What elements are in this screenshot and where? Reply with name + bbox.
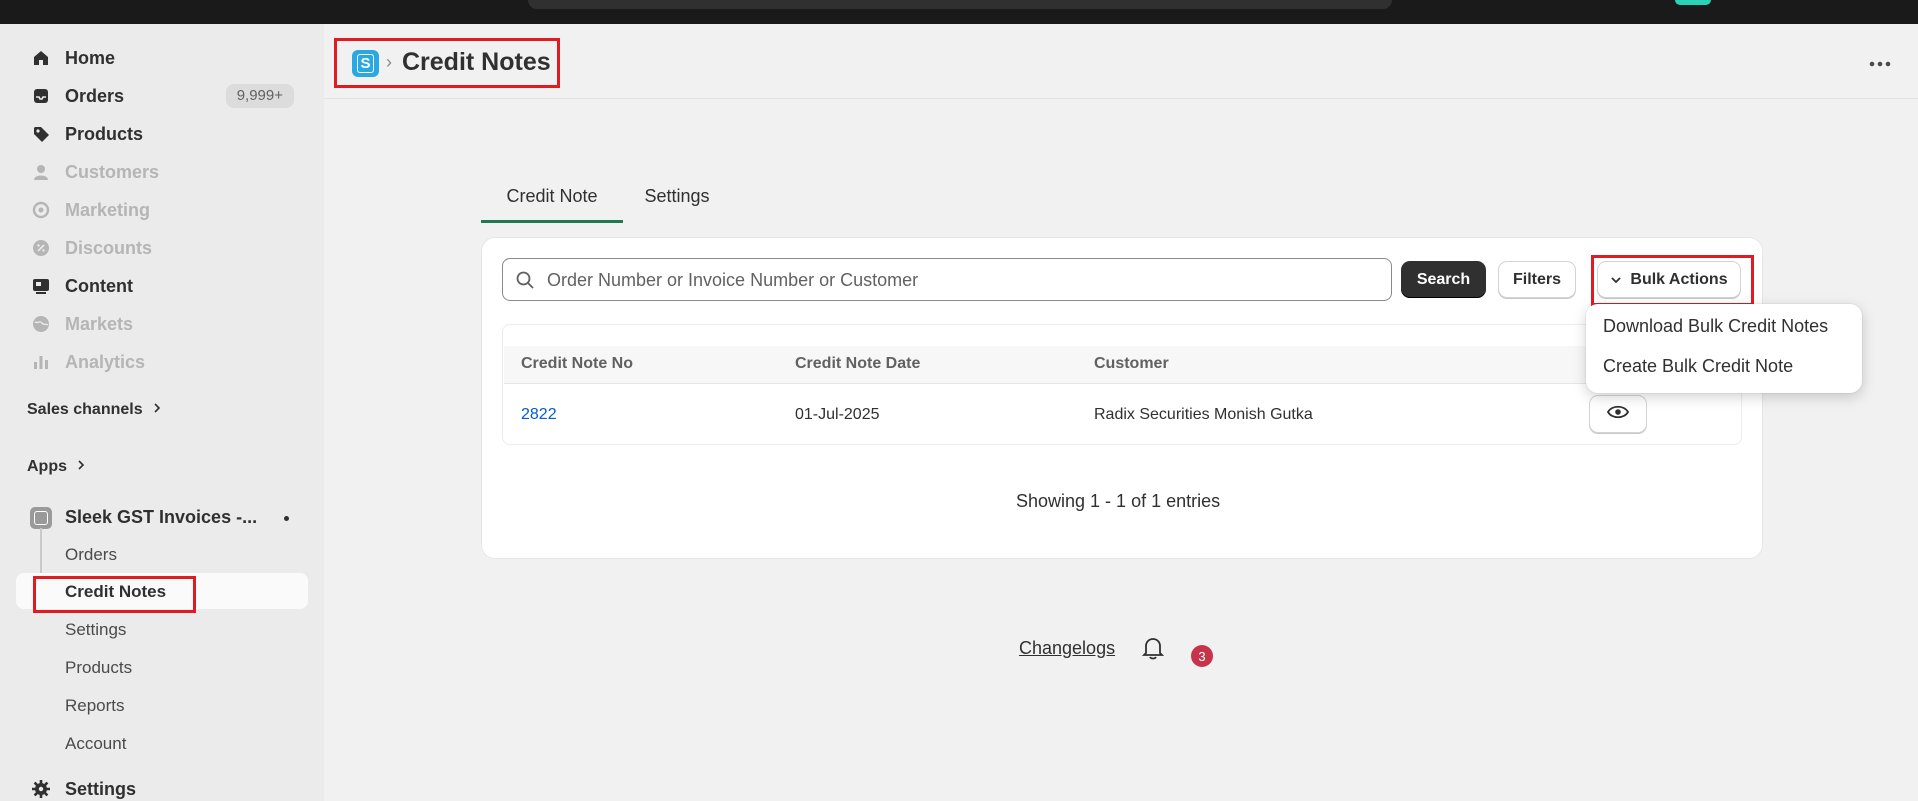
customer-name: Radix Securities Monish Gutka (1094, 406, 1313, 423)
sales-channels-header[interactable]: Sales channels (27, 401, 161, 419)
sidebar-item-customers: Customers (16, 155, 308, 189)
sidebar-item-label: Markets (65, 313, 134, 334)
breadcrumb-chevron-icon: › (386, 52, 392, 72)
view-button[interactable] (1589, 395, 1647, 433)
tabs: Credit Note Settings (481, 168, 1763, 224)
chevron-right-icon (77, 458, 85, 476)
app-icon (30, 507, 52, 529)
sidebar-subitem-credit-notes[interactable]: Credit Notes (65, 582, 166, 602)
eye-icon (1606, 405, 1630, 424)
bulk-actions-label: Bulk Actions (1630, 270, 1728, 288)
credit-note-date: 01-Jul-2025 (795, 406, 880, 423)
pagination-summary: Showing 1 - 1 of 1 entries (1016, 491, 1221, 511)
sidebar-item-label: Marketing (65, 199, 151, 220)
sidebar-item-label: Products (65, 123, 144, 144)
active-tab-indicator (481, 220, 623, 223)
apps-label: Apps (27, 458, 67, 475)
sidebar-item-label: Content (65, 275, 133, 296)
discount-icon (30, 237, 52, 259)
more-actions-icon[interactable] (1866, 50, 1894, 78)
bulk-actions-menu: Download Bulk Credit Notes Create Bulk C… (1586, 304, 1862, 393)
chevron-down-icon (1610, 271, 1622, 289)
credit-notes-table: Credit Note No Credit Note Date Customer… (502, 324, 1742, 445)
tab-settings[interactable]: Settings (623, 168, 731, 224)
globe-icon (30, 313, 52, 335)
app-logo-icon[interactable]: S (352, 50, 379, 77)
column-header-credit-note-date[interactable]: Credit Note Date (795, 355, 920, 373)
notification-count-badge: 3 (1191, 645, 1213, 667)
content-icon (30, 275, 52, 297)
sidebar-item-discounts: Discounts (16, 231, 308, 265)
credit-note-number-link[interactable]: 2822 (521, 406, 557, 424)
search-input[interactable] (547, 265, 1367, 295)
changelogs-link[interactable]: Changelogs (1019, 638, 1115, 659)
sidebar-item-label: Analytics (65, 351, 146, 372)
sidekick-icon[interactable] (1675, 0, 1711, 5)
home-icon (30, 47, 52, 69)
tab-credit-note[interactable]: Credit Note (481, 168, 623, 224)
page-title: Credit Notes (402, 48, 551, 76)
sidebar-subitem-reports[interactable]: Reports (65, 696, 125, 716)
pin-dot-icon (284, 516, 289, 521)
tag-icon (30, 123, 52, 145)
bar-chart-icon (30, 351, 52, 373)
apps-header[interactable]: Apps (27, 458, 85, 476)
search-button[interactable]: Search (1401, 261, 1486, 298)
sidebar-item-settings[interactable]: Settings (16, 772, 308, 801)
gear-icon (30, 778, 52, 800)
sidebar-item-orders[interactable]: Orders 9,999+ (16, 79, 308, 113)
sidebar-app-sleek-gst[interactable]: Sleek GST Invoices -... (16, 500, 308, 536)
sidebar-item-label: Orders (65, 85, 125, 106)
sidebar-item-label: Home (65, 47, 116, 68)
sidebar-subitem-orders[interactable]: Orders (65, 545, 117, 565)
menu-item-create-bulk-credit-note[interactable]: Create Bulk Credit Note (1603, 356, 1793, 377)
app-logo-letter: S (357, 54, 374, 73)
search-icon (515, 270, 535, 295)
sidebar-subitem-account[interactable]: Account (65, 734, 126, 754)
bulk-actions-button[interactable]: Bulk Actions (1597, 261, 1741, 298)
top-bar (0, 0, 1918, 24)
column-header-credit-note-no[interactable]: Credit Note No (521, 355, 633, 373)
sidebar-item-content[interactable]: Content (16, 269, 308, 303)
sidebar-subitem-settings[interactable]: Settings (65, 620, 126, 640)
global-search-bar[interactable] (528, 0, 1392, 9)
sales-channels-label: Sales channels (27, 401, 143, 418)
sidebar-item-label: Customers (65, 161, 160, 182)
sidebar-item-marketing: Marketing (16, 193, 308, 227)
target-icon (30, 199, 52, 221)
column-header-customer[interactable]: Customer (1094, 355, 1169, 373)
app-name: Sleek GST Invoices -... (65, 507, 258, 527)
person-icon (30, 161, 52, 183)
sidebar-item-label: Discounts (65, 237, 153, 258)
chevron-right-icon (153, 401, 161, 419)
sidebar-item-label: Settings (65, 778, 137, 799)
sidebar-item-products[interactable]: Products (16, 117, 308, 151)
sidebar-item-analytics: Analytics (16, 345, 308, 379)
bell-icon[interactable] (1141, 636, 1165, 665)
sidebar-item-markets: Markets (16, 307, 308, 341)
search-field[interactable] (502, 258, 1392, 301)
page-header (324, 24, 1918, 99)
sidebar-subitem-products[interactable]: Products (65, 658, 132, 678)
menu-item-download-bulk-credit-notes[interactable]: Download Bulk Credit Notes (1603, 316, 1828, 337)
sidebar-item-home[interactable]: Home (16, 41, 308, 75)
filters-button[interactable]: Filters (1498, 261, 1576, 298)
orders-count-badge: 9,999+ (225, 84, 294, 108)
inbox-icon (30, 85, 52, 107)
